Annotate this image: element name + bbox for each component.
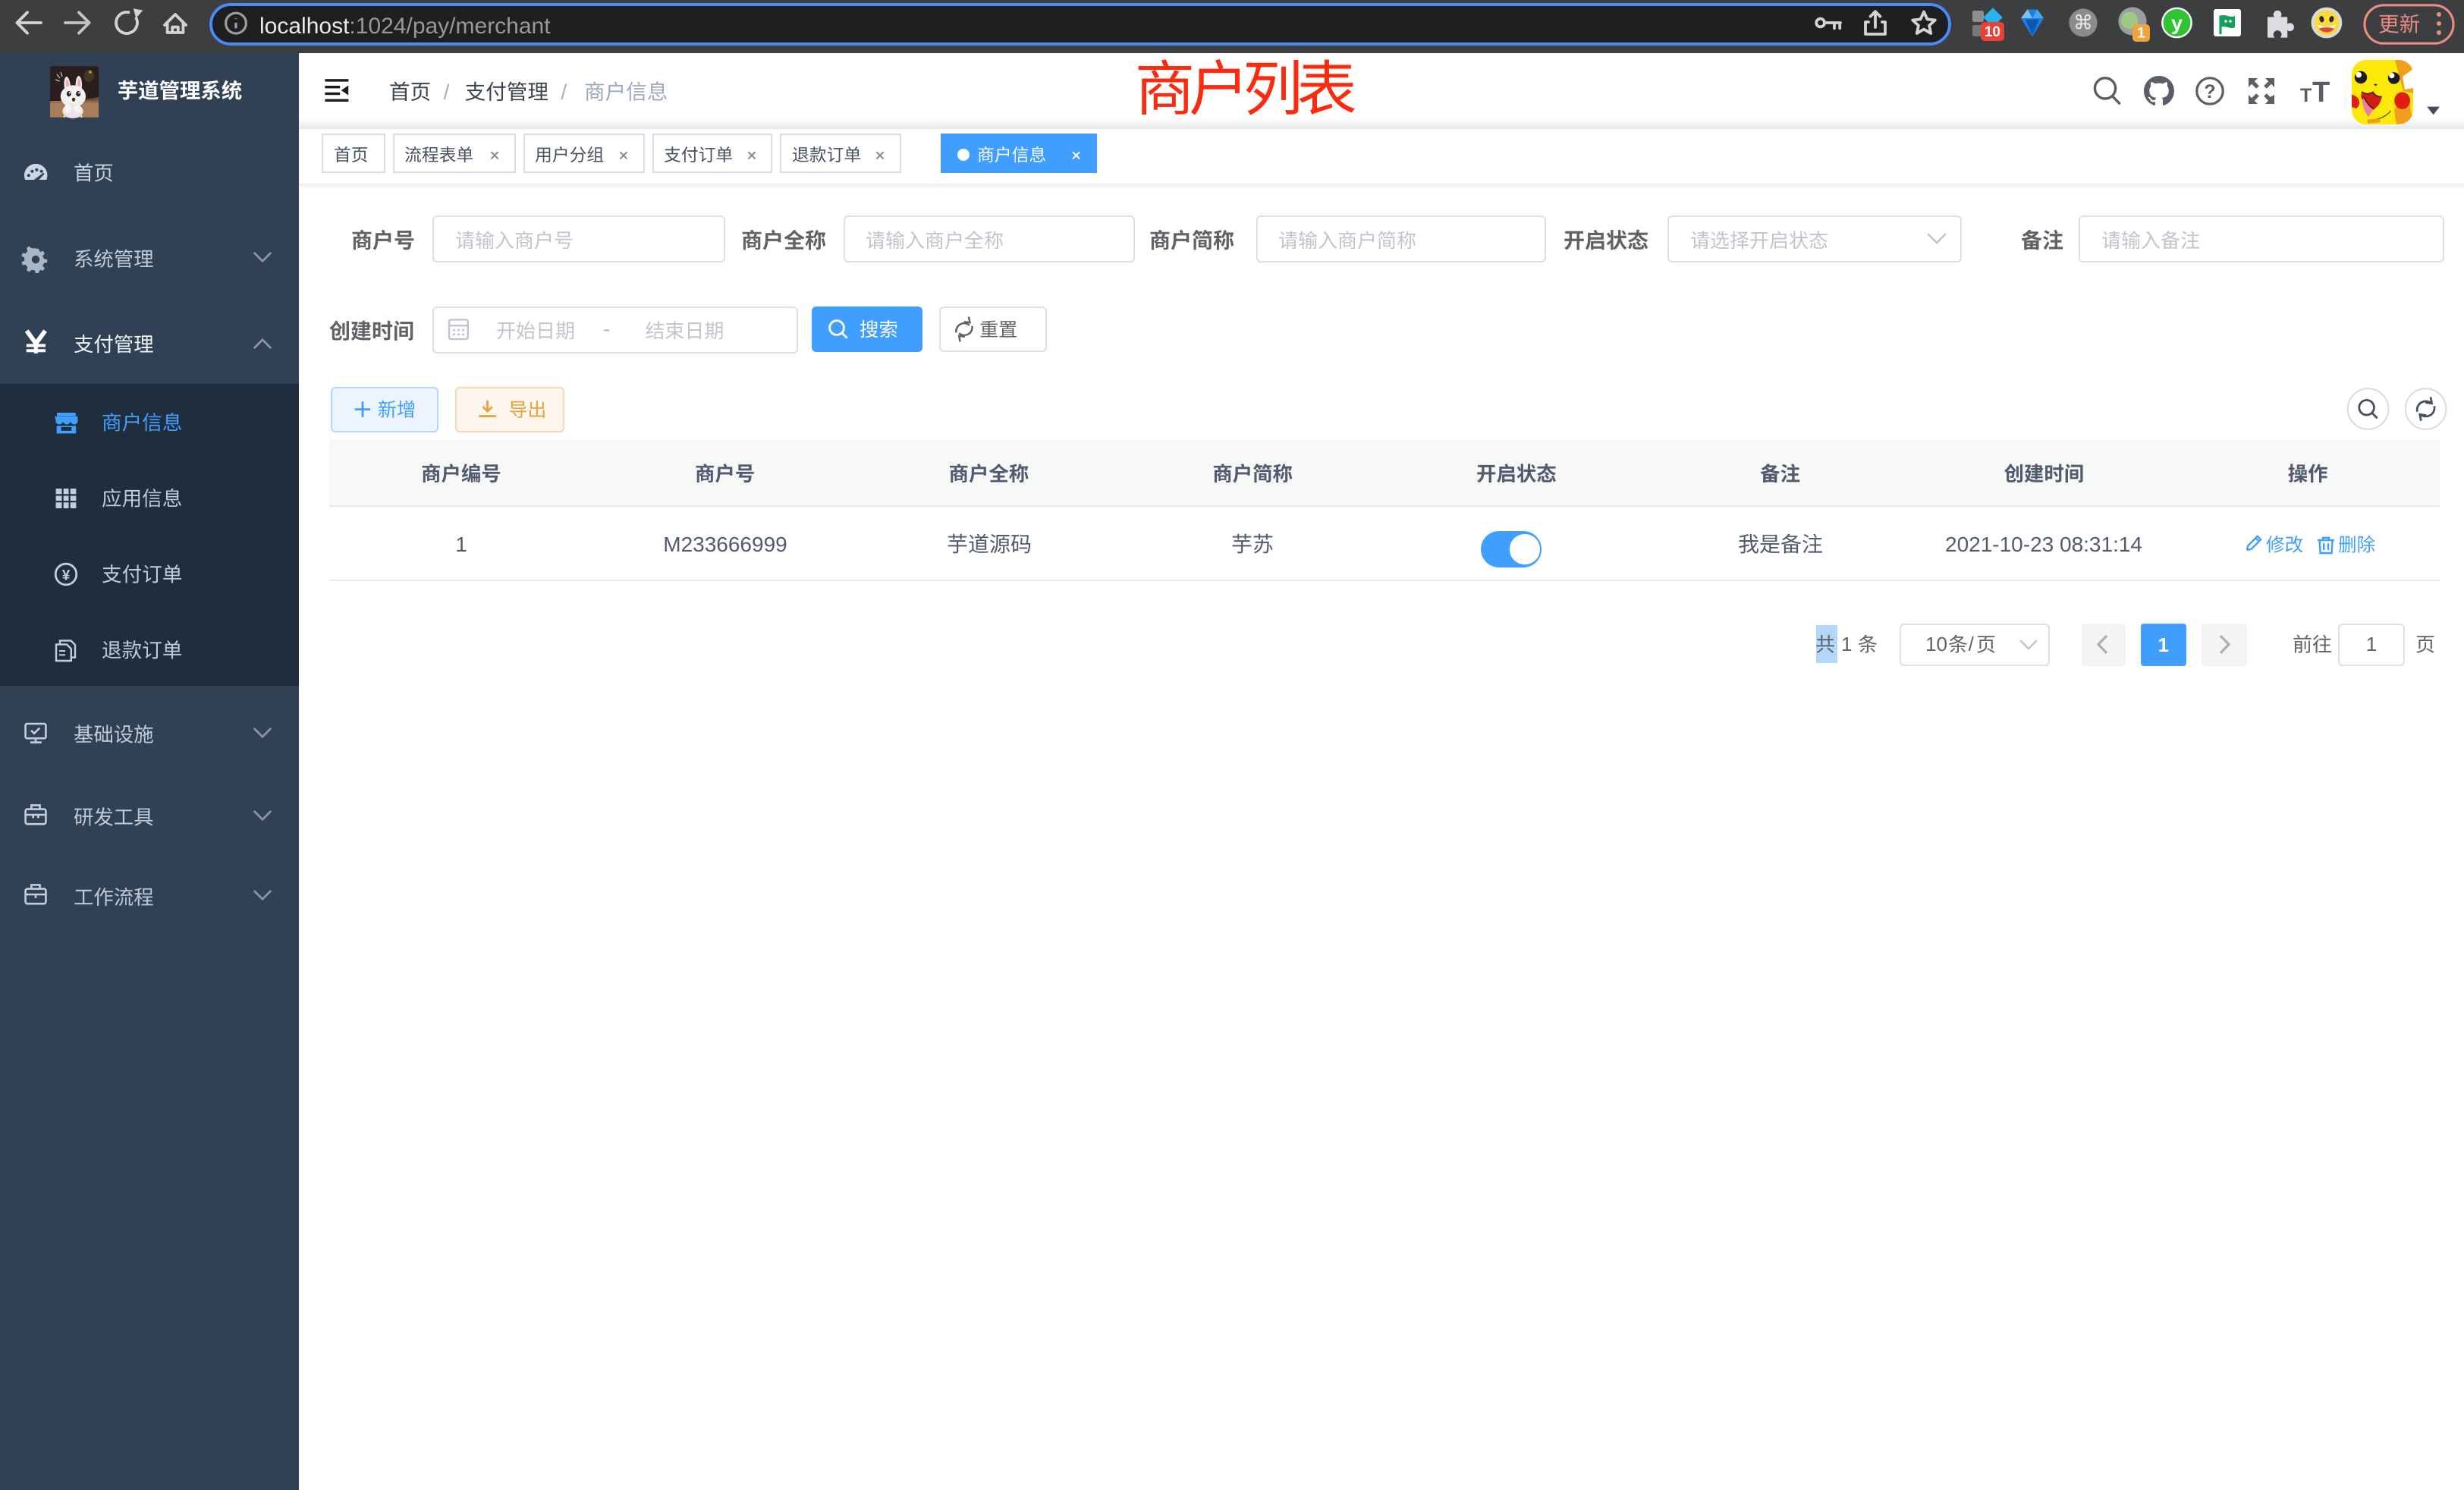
svg-text:T: T bbox=[2312, 77, 2330, 108]
svg-text:1: 1 bbox=[2137, 26, 2145, 42]
svg-text:M233666999: M233666999 bbox=[663, 533, 787, 556]
svg-text:T: T bbox=[2300, 85, 2312, 106]
svg-text:/: / bbox=[444, 80, 450, 103]
svg-text:?: ? bbox=[2204, 81, 2215, 102]
svg-text:1: 1 bbox=[2366, 633, 2377, 655]
svg-text:1: 1 bbox=[455, 533, 467, 556]
svg-text:10: 10 bbox=[1985, 24, 2000, 40]
svg-text:¥: ¥ bbox=[62, 568, 71, 584]
svg-text:-: - bbox=[603, 317, 610, 341]
svg-text:2021-10-23 08:31:14: 2021-10-23 08:31:14 bbox=[1945, 533, 2142, 556]
svg-text:⌘: ⌘ bbox=[2073, 11, 2093, 34]
svg-text:/: / bbox=[1969, 633, 1975, 655]
svg-text:10: 10 bbox=[1925, 633, 1947, 655]
svg-text:1: 1 bbox=[2158, 633, 2168, 656]
svg-text:1: 1 bbox=[1841, 633, 1852, 655]
svg-text:y: y bbox=[2171, 12, 2183, 35]
svg-text:/: / bbox=[561, 80, 567, 103]
